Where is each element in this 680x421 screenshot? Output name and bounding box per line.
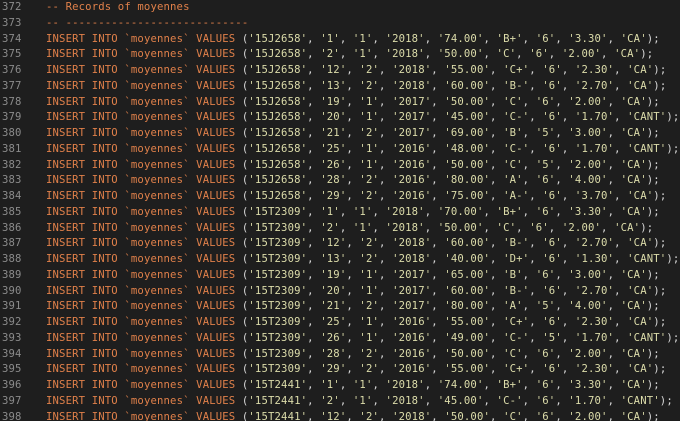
code-line[interactable]: 388 INSERT INTO `moyennes` VALUES ('15T23…	[0, 252, 679, 268]
sql-statement: INSERT INTO `moyennes` VALUES ('15T2441'…	[46, 394, 673, 407]
code-line[interactable]: 394 INSERT INTO `moyennes` VALUES ('15T23…	[0, 347, 679, 363]
line-number: 396	[2, 379, 22, 391]
sql-statement: INSERT INTO `moyennes` VALUES ('15J2658'…	[46, 79, 667, 92]
line-number: 392	[2, 316, 22, 328]
sql-statement: INSERT INTO `moyennes` VALUES ('15T2309'…	[46, 237, 667, 250]
line-number: 389	[2, 268, 22, 281]
code-line[interactable]: 380 INSERT INTO `moyennes` VALUES ('15J26…	[0, 126, 679, 142]
line-number: 383	[2, 174, 22, 187]
line-number: 380	[2, 127, 22, 139]
sql-statement: INSERT INTO `moyennes` VALUES ('15T2309'…	[46, 284, 667, 297]
code-line[interactable]: 391 INSERT INTO `moyennes` VALUES ('15T23…	[0, 299, 679, 315]
code-line[interactable]: 393 INSERT INTO `moyennes` VALUES ('15T23…	[0, 331, 679, 347]
sql-statement: INSERT INTO `moyennes` VALUES ('15T2309'…	[46, 347, 660, 360]
sql-statement: INSERT INTO `moyennes` VALUES ('15J2658'…	[46, 127, 660, 139]
sql-statement: INSERT INTO `moyennes` VALUES ('15T2441'…	[46, 379, 660, 391]
sql-statement: INSERT INTO `moyennes` VALUES ('15J2658'…	[46, 111, 680, 124]
sql-statement: INSERT INTO `moyennes` VALUES ('15J2658'…	[46, 142, 680, 155]
sql-statement: INSERT INTO `moyennes` VALUES ('15J2658'…	[46, 64, 667, 76]
line-number: 384	[2, 190, 22, 202]
sql-statement: INSERT INTO `moyennes` VALUES ('15T2309'…	[46, 268, 660, 281]
code-line[interactable]: 385 INSERT INTO `moyennes` VALUES ('15T23…	[0, 205, 679, 221]
code-line[interactable]: 396 INSERT INTO `moyennes` VALUES ('15T24…	[0, 378, 679, 394]
sql-comment: -- Records of moyennes	[46, 1, 190, 13]
code-line[interactable]: 372 -- Records of moyennes	[0, 0, 679, 16]
code-line[interactable]: 383 INSERT INTO `moyennes` VALUES ('15J26…	[0, 173, 679, 189]
code-line[interactable]: 374 INSERT INTO `moyennes` VALUES ('15J26…	[0, 32, 679, 48]
sql-statement: INSERT INTO `moyennes` VALUES ('15J2658'…	[46, 190, 667, 202]
line-number: 379	[2, 111, 22, 124]
code-line[interactable]: 376 INSERT INTO `moyennes` VALUES ('15J26…	[0, 63, 679, 79]
line-number: 394	[2, 347, 22, 360]
line-number: 375	[2, 48, 22, 61]
line-number: 381	[2, 142, 22, 155]
code-line[interactable]: 397 INSERT INTO `moyennes` VALUES ('15T24…	[0, 394, 679, 410]
line-number: 390	[2, 284, 22, 297]
sql-statement: INSERT INTO `moyennes` VALUES ('15J2658'…	[46, 95, 660, 108]
line-number: 397	[2, 394, 22, 407]
code-line[interactable]: 382 INSERT INTO `moyennes` VALUES ('15J26…	[0, 158, 679, 174]
sql-comment: -- ----------------------------	[46, 16, 249, 29]
code-lines: 372 -- Records of moyennes 373 -- ---------…	[0, 0, 679, 421]
line-number: 377	[2, 79, 22, 92]
code-line[interactable]: 373 -- ----------------------------	[0, 16, 679, 32]
line-number: 373	[2, 16, 22, 29]
line-number: 378	[2, 95, 22, 108]
code-line[interactable]: 392 INSERT INTO `moyennes` VALUES ('15T23…	[0, 315, 679, 331]
sql-statement: INSERT INTO `moyennes` VALUES ('15T2309'…	[46, 221, 654, 234]
code-line[interactable]: 395 INSERT INTO `moyennes` VALUES ('15T23…	[0, 362, 679, 378]
code-editor[interactable]: 372 -- Records of moyennes 373 -- ---------…	[0, 0, 680, 421]
code-line[interactable]: 398 INSERT INTO `moyennes` VALUES ('15T24…	[0, 410, 679, 421]
line-number: 387	[2, 237, 22, 250]
code-line[interactable]: 381 INSERT INTO `moyennes` VALUES ('15J26…	[0, 142, 679, 158]
line-number: 374	[2, 32, 22, 45]
sql-statement: INSERT INTO `moyennes` VALUES ('15T2309'…	[46, 253, 680, 265]
line-number: 388	[2, 253, 22, 265]
sql-statement: INSERT INTO `moyennes` VALUES ('15J2658'…	[46, 158, 660, 171]
code-line[interactable]: 390 INSERT INTO `moyennes` VALUES ('15T23…	[0, 284, 679, 300]
code-line[interactable]: 375 INSERT INTO `moyennes` VALUES ('15J26…	[0, 47, 679, 63]
line-number: 395	[2, 363, 22, 376]
sql-statement: INSERT INTO `moyennes` VALUES ('15T2309'…	[46, 331, 680, 344]
line-number: 385	[2, 205, 22, 218]
line-number: 376	[2, 64, 22, 76]
line-number: 386	[2, 221, 22, 234]
code-line[interactable]: 384 INSERT INTO `moyennes` VALUES ('15J26…	[0, 189, 679, 205]
code-line[interactable]: 389 INSERT INTO `moyennes` VALUES ('15T23…	[0, 268, 679, 284]
sql-statement: INSERT INTO `moyennes` VALUES ('15T2309'…	[46, 363, 667, 376]
code-line[interactable]: 379 INSERT INTO `moyennes` VALUES ('15J26…	[0, 110, 679, 126]
sql-statement: INSERT INTO `moyennes` VALUES ('15T2309'…	[46, 316, 667, 328]
sql-statement: INSERT INTO `moyennes` VALUES ('15J2658'…	[46, 32, 660, 45]
sql-statement: INSERT INTO `moyennes` VALUES ('15J2658'…	[46, 174, 660, 187]
line-number: 398	[2, 410, 22, 421]
line-number: 382	[2, 158, 22, 171]
sql-statement: INSERT INTO `moyennes` VALUES ('15T2441'…	[46, 410, 660, 421]
sql-statement: INSERT INTO `moyennes` VALUES ('15T2309'…	[46, 300, 660, 313]
code-line[interactable]: 377 INSERT INTO `moyennes` VALUES ('15J26…	[0, 79, 679, 95]
code-line[interactable]: 378 INSERT INTO `moyennes` VALUES ('15J26…	[0, 95, 679, 111]
sql-statement: INSERT INTO `moyennes` VALUES ('15J2658'…	[46, 48, 654, 61]
line-number: 372	[2, 1, 22, 13]
line-number: 393	[2, 331, 22, 344]
code-line[interactable]: 387 INSERT INTO `moyennes` VALUES ('15T23…	[0, 236, 679, 252]
code-line[interactable]: 386 INSERT INTO `moyennes` VALUES ('15T23…	[0, 221, 679, 237]
sql-statement: INSERT INTO `moyennes` VALUES ('15T2309'…	[46, 205, 660, 218]
line-number: 391	[2, 300, 22, 313]
